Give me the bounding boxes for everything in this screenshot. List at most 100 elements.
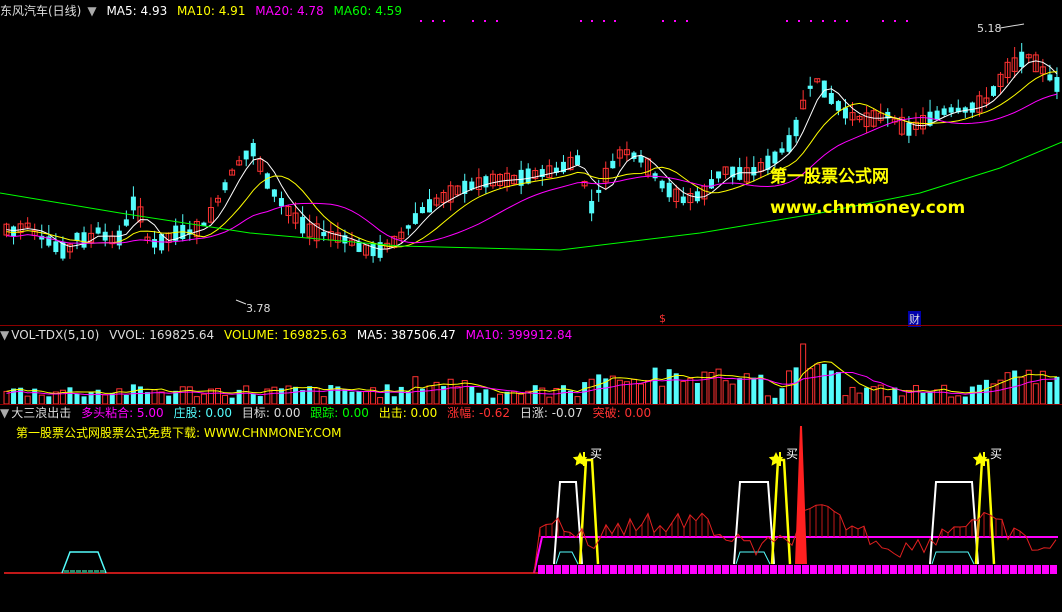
star-icon [768,452,784,466]
volume-bar [1032,383,1039,404]
volume-bar [328,385,334,404]
candle-body [941,108,947,115]
volume-bar [722,380,729,404]
candle-body [11,226,17,237]
chevron-down-icon[interactable]: ▼ [0,406,9,420]
duotou-block [954,565,961,574]
ind-zhuanggu: 庄股: 0.00 [173,406,233,420]
stock-title[interactable]: 东风汽车(日线) [0,4,81,18]
marker-dot [580,20,582,22]
duotou-block [1002,565,1009,574]
duotou-block [834,565,841,574]
duotou-block [922,565,929,574]
volume-bar [293,386,299,404]
volume-bar [764,395,771,404]
volume-bar [454,386,461,404]
volume-bar [24,395,31,404]
volume-bar [701,371,708,404]
buy-label: 买 [786,447,798,461]
candle-body [243,150,249,160]
chevron-down-icon[interactable]: ▼ [87,4,96,18]
candle-body [906,122,912,136]
indicator-name[interactable]: 大三浪出击 [11,406,71,420]
duotou-block [802,565,809,574]
duotou-block [714,565,721,574]
watermark-title: 第一股票公式网 [770,167,889,187]
volume-bar [250,393,256,404]
candle-body [370,243,376,257]
chevron-down-icon[interactable]: ▼ [0,328,9,342]
buy-label: 买 [990,447,1002,461]
volume-bar [743,373,750,404]
candle-body [793,119,799,137]
candle-body [130,196,136,211]
candle-body [53,241,59,253]
volume-bar [158,391,165,404]
duotou-block [650,565,657,574]
duotou-block [986,565,993,574]
volume-bar [976,384,982,404]
candle-body [842,107,848,119]
candle-body [666,182,672,198]
candlestick-chart[interactable] [0,18,1062,323]
duotou-block [554,565,561,574]
volume-bar [814,363,821,404]
candle-body [419,206,425,214]
event-marker-s[interactable]: $ [659,312,666,325]
vol-indicator-name[interactable]: VOL-TDX(5,10) [11,328,99,342]
duotou-block [730,565,737,574]
watermark-url: www.chnmoney.com [770,198,966,218]
volume-bar [920,392,926,404]
volume-bar [67,387,73,404]
volume-bar [849,386,856,404]
duotou-block [762,565,769,574]
candle-body [1047,74,1053,81]
candle-body [321,232,327,237]
chuji-wave [974,458,996,565]
indicator-chart[interactable]: 买买买 [0,424,1062,612]
marker-dot [822,20,824,22]
volume-bar [912,385,919,404]
volume-bar [356,391,362,404]
chuji-wave [578,458,600,565]
candle-body [716,171,722,179]
volume-chart[interactable] [0,342,1062,404]
volume-bar [842,395,849,404]
volume-bar [116,388,123,404]
marker-dot [906,20,908,22]
marker-dot [798,20,800,22]
volume-bar [46,396,52,404]
volume-bar [652,367,658,404]
ma10-line [6,71,1058,248]
volume-bar [892,387,898,404]
volume-bar [835,371,841,404]
volume-bar [948,396,955,404]
volume-bar [271,386,278,404]
marker-dot [443,20,445,22]
volume-bar [574,396,581,404]
zhuanggu-block [64,570,69,573]
duotou-block [538,565,545,574]
candle-body [405,225,411,229]
candle-body [271,189,277,197]
ind-rizhang: 日涨: -0.07 [519,406,583,420]
volume-bar [151,389,158,404]
zhuanggu-block [94,570,99,573]
marker-dot [432,20,434,22]
volume-bar [186,386,193,404]
ma20-value: MA20: 4.78 [255,4,324,18]
volume-bar [645,379,652,404]
duotou-block [706,565,713,574]
zhuanggu-block [76,570,81,573]
volume-bar [864,387,870,404]
volume-bar [320,396,327,404]
candle-body [680,196,686,204]
candle-body [300,216,306,234]
duotou-block [626,565,633,574]
ma5-line [6,60,1058,250]
genzong-wave [735,551,771,565]
duotou-block [666,565,673,574]
duotou-block [818,565,825,574]
volume-bar [363,390,370,404]
candle-body [81,232,87,248]
